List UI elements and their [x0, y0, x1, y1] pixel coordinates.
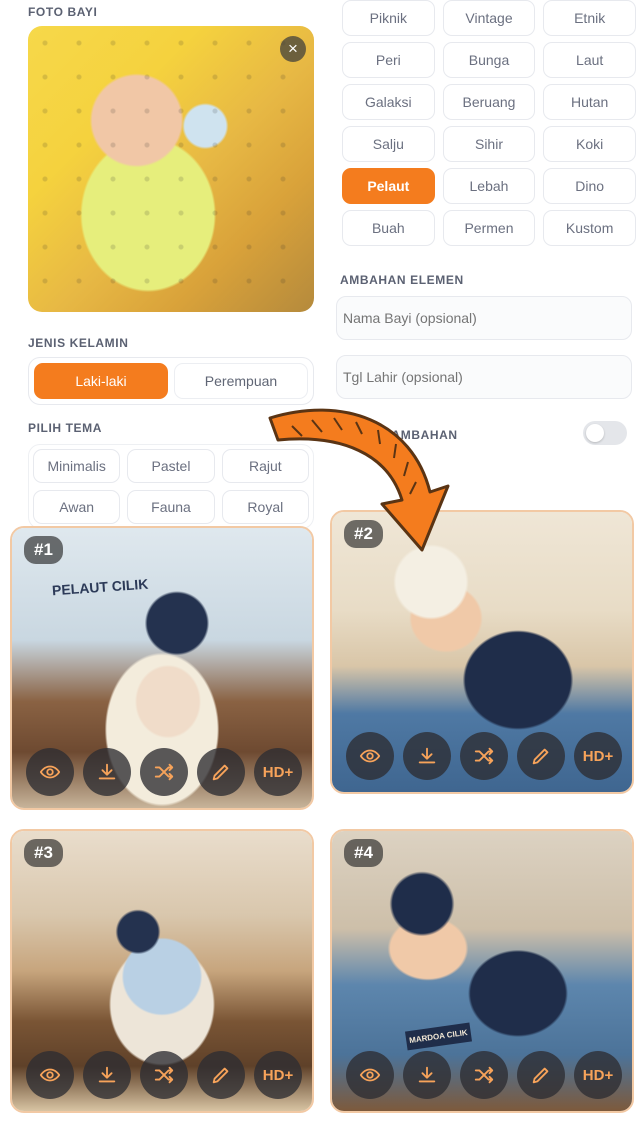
result-card-3[interactable]: #3 HD+: [10, 829, 314, 1113]
theme-chip-sihir[interactable]: Sihir: [442, 126, 536, 162]
gender-toggle: Laki-laki Perempuan: [28, 357, 314, 405]
pencil-icon: [532, 1067, 549, 1084]
eye-icon: [359, 1068, 381, 1082]
edit-button[interactable]: [517, 1051, 565, 1099]
shuffle-icon: [154, 1066, 174, 1084]
hd-upscale-button[interactable]: HD+: [574, 1051, 622, 1099]
result-card-2[interactable]: #2 HD+: [330, 510, 634, 794]
theme-chip-kustom[interactable]: Kustom: [543, 210, 636, 246]
edit-button[interactable]: [517, 732, 565, 780]
theme-chip-buah[interactable]: Buah: [342, 210, 435, 246]
shuffle-icon: [474, 747, 494, 765]
theme-chip-hutan[interactable]: Hutan: [543, 84, 636, 120]
download-icon: [418, 1066, 436, 1083]
hd-upscale-button[interactable]: HD+: [574, 732, 622, 780]
theme-chip-royal[interactable]: Royal: [221, 490, 309, 524]
result-badge-4: #4: [344, 839, 383, 867]
result-badge-2: #2: [344, 520, 383, 548]
gender-option-male[interactable]: Laki-laki: [34, 363, 168, 399]
theme-chip-piknik[interactable]: Piknik: [342, 0, 435, 36]
extra-option-toggle[interactable]: [583, 421, 627, 445]
remove-photo-button[interactable]: ×: [280, 36, 306, 62]
theme-chip-pastel[interactable]: Pastel: [127, 449, 215, 483]
theme-chip-beruang[interactable]: Beruang: [442, 84, 536, 120]
theme-chip-etnik[interactable]: Etnik: [543, 0, 636, 36]
theme-chip-pelaut[interactable]: Pelaut: [342, 168, 435, 204]
theme-chip-dino[interactable]: Dino: [543, 168, 636, 204]
toggle-knob: [586, 424, 604, 442]
pencil-icon: [212, 1067, 229, 1084]
theme-chip-salju[interactable]: Salju: [342, 126, 435, 162]
gender-section-label: JENIS KELAMIN: [28, 336, 129, 350]
download-button[interactable]: [83, 748, 131, 796]
edit-button[interactable]: [197, 748, 245, 796]
view-button[interactable]: [26, 1051, 74, 1099]
view-button[interactable]: [346, 732, 394, 780]
theme-chip-laut[interactable]: Laut: [543, 42, 636, 78]
baby-photo-preview[interactable]: ×: [28, 26, 314, 312]
shuffle-button[interactable]: [140, 748, 188, 796]
eye-icon: [39, 1068, 61, 1082]
hd-upscale-button[interactable]: HD+: [254, 1051, 302, 1099]
card-actions-4: HD+: [346, 1051, 622, 1099]
download-button[interactable]: [83, 1051, 131, 1099]
photo-pattern: [28, 26, 314, 312]
baby-name-input[interactable]: [336, 296, 632, 340]
card-actions-3: HD+: [26, 1051, 302, 1099]
upload-form-left: FOTO BAYI × JENIS KELAMIN Laki-laki Pere…: [0, 0, 330, 530]
theme-chip-lebah[interactable]: Lebah: [442, 168, 536, 204]
card-actions-2: HD+: [346, 732, 622, 780]
theme-chip-galaksi[interactable]: Galaksi: [342, 84, 435, 120]
shuffle-button[interactable]: [140, 1051, 188, 1099]
pencil-icon: [212, 764, 229, 781]
card-actions-1: HD+: [26, 748, 302, 796]
birth-date-input[interactable]: [336, 355, 632, 399]
download-button[interactable]: [403, 1051, 451, 1099]
result-card-1[interactable]: PELAUT CILIK #1 HD+: [10, 526, 314, 810]
theme-chip-minimalis[interactable]: Minimalis: [33, 449, 121, 483]
pencil-icon: [532, 748, 549, 765]
gender-option-female[interactable]: Perempuan: [174, 363, 308, 399]
eye-icon: [39, 765, 61, 779]
theme-chip-permen[interactable]: Permen: [442, 210, 536, 246]
theme-chip-fauna[interactable]: Fauna: [127, 490, 215, 524]
extra-elements-label: AMBAHAN ELEMEN: [340, 273, 464, 287]
shuffle-button[interactable]: [460, 1051, 508, 1099]
extra-option-label: SI TAMBAHAN: [368, 428, 458, 442]
theme-grid-left: Minimalis Pastel Rajut Awan Fauna Royal: [28, 444, 314, 529]
shuffle-icon: [154, 763, 174, 781]
eye-icon: [359, 749, 381, 763]
theme-chip-peri[interactable]: Peri: [342, 42, 435, 78]
view-button[interactable]: [26, 748, 74, 796]
hd-upscale-button[interactable]: HD+: [254, 748, 302, 796]
view-button[interactable]: [346, 1051, 394, 1099]
theme-chip-rajut[interactable]: Rajut: [221, 449, 309, 483]
theme-chip-koki[interactable]: Koki: [543, 126, 636, 162]
result-badge-1: #1: [24, 536, 63, 564]
shuffle-icon: [474, 1066, 494, 1084]
theme-chip-awan[interactable]: Awan: [33, 490, 121, 524]
theme-chip-bunga[interactable]: Bunga: [442, 42, 536, 78]
upload-form-right: Piknik Vintage Etnik Peri Bunga Laut Gal…: [330, 0, 640, 530]
result-badge-3: #3: [24, 839, 63, 867]
theme-chip-vintage[interactable]: Vintage: [442, 0, 536, 36]
theme-section-label: PILIH TEMA: [28, 421, 102, 435]
download-icon: [98, 763, 116, 780]
edit-button[interactable]: [197, 1051, 245, 1099]
download-icon: [418, 747, 436, 764]
shuffle-button[interactable]: [460, 732, 508, 780]
photo-section-label: FOTO BAYI: [28, 5, 98, 19]
download-button[interactable]: [403, 732, 451, 780]
download-icon: [98, 1066, 116, 1083]
theme-grid-right: Piknik Vintage Etnik Peri Bunga Laut Gal…: [342, 0, 636, 246]
result-card-4[interactable]: MARDOA CILIK #4 HD+: [330, 829, 634, 1113]
